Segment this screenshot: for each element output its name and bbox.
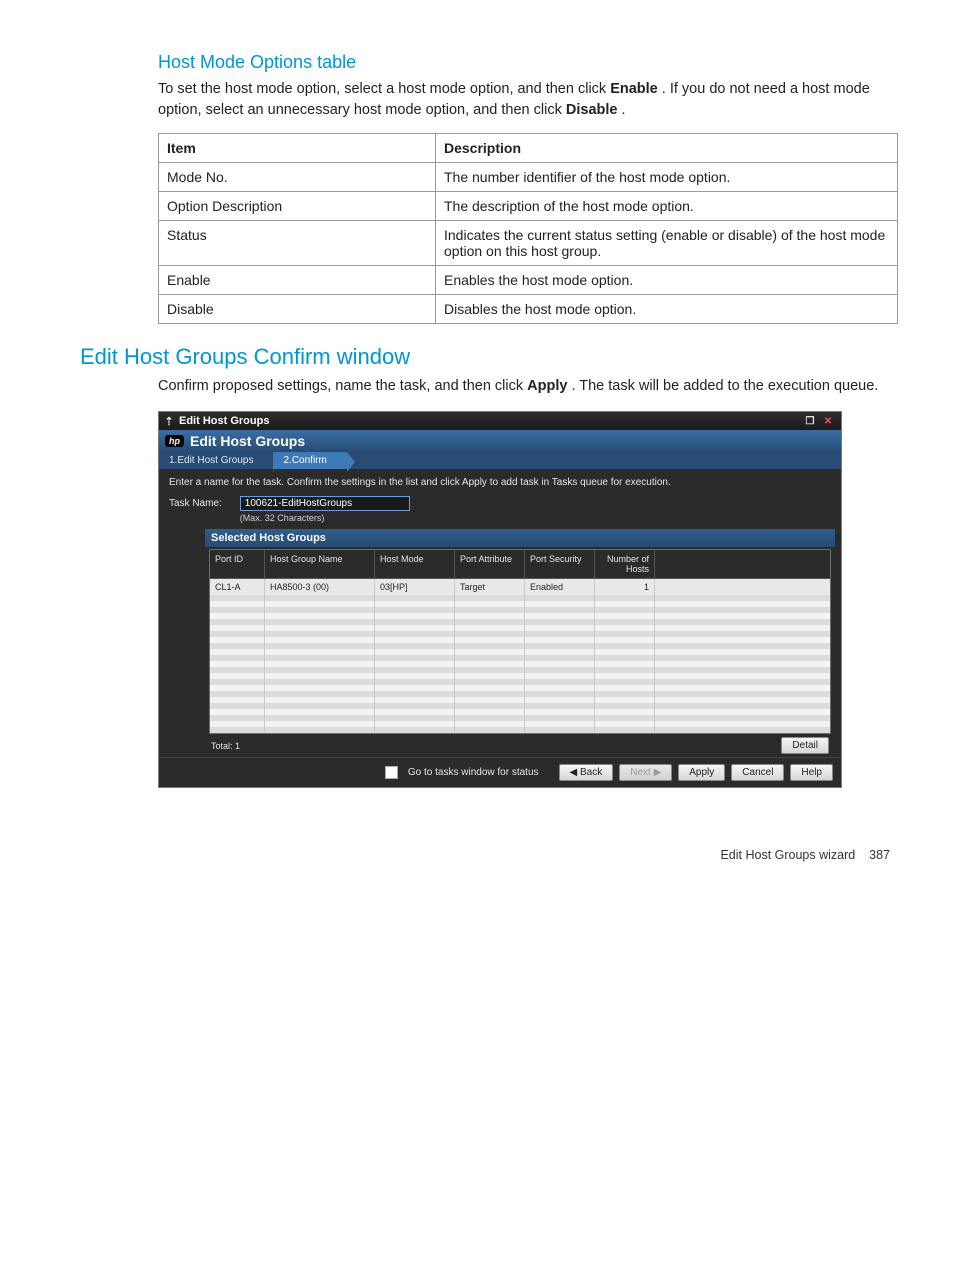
close-icon[interactable]: ✕ xyxy=(819,414,837,428)
intro-text: Confirm proposed settings, name the task… xyxy=(158,378,527,394)
col-port-id[interactable]: Port ID xyxy=(210,550,265,579)
next-button: Next ▶ xyxy=(619,764,672,781)
cell-item: Option Description xyxy=(159,192,436,221)
modal-body: Enter a name for the task. Confirm the s… xyxy=(159,469,841,757)
cell-item: Status xyxy=(159,221,436,266)
modal-header-title: Edit Host Groups xyxy=(190,433,305,449)
grid-footer: Total: 1 Detail xyxy=(205,734,835,757)
cell-number-of-hosts: 1 xyxy=(595,579,655,595)
table-row: Mode No. The number identifier of the ho… xyxy=(159,163,898,192)
col-host-mode[interactable]: Host Mode xyxy=(375,550,455,579)
edit-host-groups-confirm-intro: Confirm proposed settings, name the task… xyxy=(158,376,894,397)
cell-port-attribute: Target xyxy=(455,579,525,595)
grid-header: Port ID Host Group Name Host Mode Port A… xyxy=(210,550,830,579)
col-spacer xyxy=(655,550,830,579)
selected-host-groups-grid: Port ID Host Group Name Host Mode Port A… xyxy=(209,549,831,734)
intro-apply-word: Apply xyxy=(527,378,567,394)
back-button[interactable]: ◀ Back xyxy=(559,764,614,781)
apply-button[interactable]: Apply xyxy=(678,764,725,781)
grid-total: Total: 1 xyxy=(211,741,240,751)
table-row: Option Description The description of th… xyxy=(159,192,898,221)
host-mode-options-table: Item Description Mode No. The number ide… xyxy=(158,133,898,324)
cell-desc: Disables the host mode option. xyxy=(436,295,898,324)
modal-header: hp Edit Host Groups xyxy=(159,430,841,452)
intro-text: . The task will be added to the executio… xyxy=(571,378,878,394)
host-mode-options-intro: To set the host mode option, select a ho… xyxy=(158,79,894,121)
table-row: Disable Disables the host mode option. xyxy=(159,295,898,324)
page-footer-text: Edit Host Groups wizard xyxy=(720,848,855,862)
cancel-button[interactable]: Cancel xyxy=(731,764,784,781)
modal-instruction: Enter a name for the task. Confirm the s… xyxy=(169,477,831,488)
cell-host-group-name: HA8500-3 (00) xyxy=(265,579,375,595)
host-mode-options-heading: Host Mode Options table xyxy=(158,52,894,73)
cell-host-mode: 03[HP] xyxy=(375,579,455,595)
help-button[interactable]: Help xyxy=(790,764,833,781)
table-row: Status Indicates the current status sett… xyxy=(159,221,898,266)
cell-desc: The number identifier of the host mode o… xyxy=(436,163,898,192)
intro-text: To set the host mode option, select a ho… xyxy=(158,81,610,97)
page-footer: Edit Host Groups wizard 387 xyxy=(80,848,894,862)
cell-port-security: Enabled xyxy=(525,579,595,595)
go-to-tasks-checkbox[interactable] xyxy=(385,766,398,779)
edit-host-groups-modal: ⇡ Edit Host Groups ❐ ✕ hp Edit Host Grou… xyxy=(158,411,842,788)
cell-item: Enable xyxy=(159,266,436,295)
detail-button[interactable]: Detail xyxy=(781,737,829,754)
cell-item: Mode No. xyxy=(159,163,436,192)
modal-titlebar: ⇡ Edit Host Groups ❐ ✕ xyxy=(159,412,841,430)
cell-port-id: CL1-A xyxy=(210,579,265,595)
task-name-note: (Max. 32 Characters) xyxy=(240,513,410,523)
col-item: Item xyxy=(159,134,436,163)
edit-host-groups-confirm-heading: Edit Host Groups Confirm window xyxy=(80,344,894,370)
go-to-tasks-label: Go to tasks window for status xyxy=(408,767,539,778)
modal-title: Edit Host Groups xyxy=(179,415,269,427)
tab-confirm[interactable]: 2.Confirm xyxy=(273,452,346,469)
cell-desc: The description of the host mode option. xyxy=(436,192,898,221)
intro-enable-word: Enable xyxy=(610,81,658,97)
table-row: Enable Enables the host mode option. xyxy=(159,266,898,295)
col-port-security[interactable]: Port Security xyxy=(525,550,595,579)
intro-disable-word: Disable xyxy=(566,102,618,118)
cell-spacer xyxy=(655,579,830,595)
hp-logo-icon: hp xyxy=(165,435,184,447)
cell-item: Disable xyxy=(159,295,436,324)
modal-footer: Go to tasks window for status ◀ Back Nex… xyxy=(159,757,841,787)
intro-text: . xyxy=(622,102,626,118)
grid-row-empty xyxy=(210,727,830,733)
pin-icon[interactable]: ⇡ xyxy=(163,415,175,428)
task-name-input[interactable] xyxy=(240,496,410,511)
page-number: 387 xyxy=(869,848,890,862)
col-port-attribute[interactable]: Port Attribute xyxy=(455,550,525,579)
col-number-of-hosts[interactable]: Number of Hosts xyxy=(595,550,655,579)
cell-desc: Enables the host mode option. xyxy=(436,266,898,295)
table-header-row: Item Description xyxy=(159,134,898,163)
task-name-label: Task Name: xyxy=(169,496,222,509)
col-description: Description xyxy=(436,134,898,163)
cell-desc: Indicates the current status setting (en… xyxy=(436,221,898,266)
grid-row[interactable]: CL1-A HA8500-3 (00) 03[HP] Target Enable… xyxy=(210,579,830,595)
wizard-tabs: 1.Edit Host Groups 2.Confirm xyxy=(159,452,841,469)
tab-edit-host-groups[interactable]: 1.Edit Host Groups xyxy=(159,452,273,469)
selected-host-groups-title: Selected Host Groups xyxy=(205,529,835,547)
col-host-group-name[interactable]: Host Group Name xyxy=(265,550,375,579)
restore-icon[interactable]: ❐ xyxy=(801,414,819,428)
